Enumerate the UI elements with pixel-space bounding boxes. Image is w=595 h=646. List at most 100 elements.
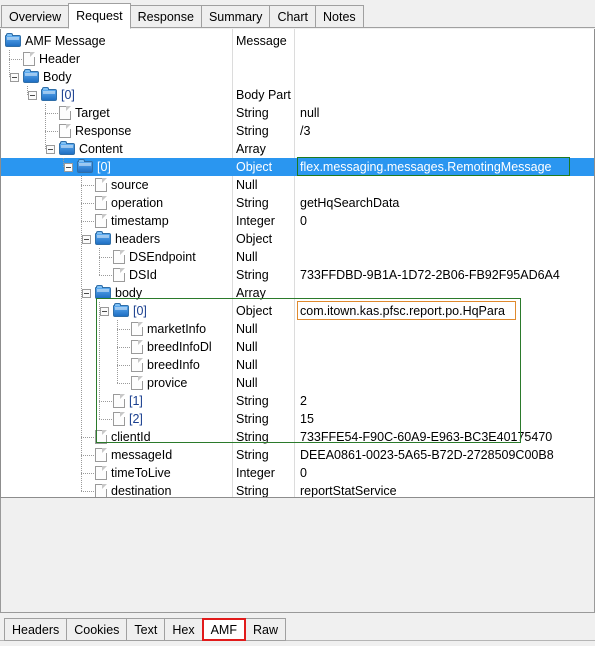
tree-row-type: Null	[236, 376, 258, 390]
tree-row-value: com.itown.kas.pfsc.report.po.HqPara	[300, 304, 505, 318]
expander-collapse-icon[interactable]	[82, 235, 91, 244]
file-icon	[95, 178, 107, 192]
tree-row-value: flex.messaging.messages.RemotingMessage	[300, 160, 552, 174]
bottom-tab-hex[interactable]: Hex	[164, 618, 203, 641]
tree-row-value: reportStatService	[300, 484, 397, 498]
tree-row[interactable]: body Array	[1, 284, 594, 302]
file-icon	[95, 196, 107, 210]
tree-connector-line	[117, 383, 130, 384]
tree-row-label: breedInfoDl	[147, 340, 212, 354]
tree-row[interactable]: [0] Object com.itown.kas.pfsc.report.po.Hq…	[1, 302, 594, 320]
tree-row-type: Object	[236, 232, 273, 246]
tab-overview[interactable]: Overview	[1, 5, 70, 29]
tree-connector-line	[117, 347, 130, 348]
file-icon	[113, 250, 125, 264]
expander-collapse-icon[interactable]	[64, 163, 73, 172]
folder-icon	[95, 285, 111, 299]
tree-row-type: Array	[236, 286, 266, 300]
tree-row-label: [0]	[61, 88, 75, 102]
folder-icon	[95, 231, 111, 245]
file-icon	[131, 358, 143, 372]
tree-row-type: Body Part	[236, 88, 291, 102]
tree-row-label: Response	[75, 124, 132, 138]
tree-row-type: String	[236, 106, 269, 120]
tree-connector-line	[99, 248, 100, 275]
tree-row[interactable]: DSId String 733FFDBD-9B1A-1D72-2B06-FB92F9…	[1, 266, 594, 284]
file-icon	[95, 448, 107, 462]
amf-tree[interactable]: AMF Message Message Header Body [0] Body Part…	[1, 29, 594, 497]
tree-row-label: Content	[79, 142, 123, 156]
expander-collapse-icon[interactable]	[100, 307, 109, 316]
tree-row[interactable]: [2] String 15	[1, 410, 594, 428]
top-tab-bar: Overview Request Response Summary Chart Notes	[0, 0, 595, 29]
tab-response[interactable]: Response	[129, 5, 202, 29]
bottom-tab-cookies[interactable]: Cookies	[66, 618, 128, 641]
tree-connector-line	[99, 275, 112, 276]
folder-icon	[5, 33, 21, 47]
expander-collapse-icon[interactable]	[10, 73, 19, 82]
file-icon	[95, 484, 107, 497]
expander-collapse-icon[interactable]	[46, 145, 55, 154]
folder-icon	[23, 69, 39, 83]
tree-row[interactable]: breedInfoDl Null	[1, 338, 594, 356]
tree-row[interactable]: breedInfo Null	[1, 356, 594, 374]
tab-request[interactable]: Request	[68, 3, 131, 29]
bottom-tab-amf[interactable]: AMF	[201, 618, 246, 641]
tree-row-value: 0	[300, 466, 307, 480]
bottom-tab-text[interactable]: Text	[126, 618, 166, 641]
tree-row[interactable]: [0] Body Part	[1, 86, 594, 104]
tree-row-label: DSId	[129, 268, 157, 282]
tree-row-label: [0]	[97, 160, 111, 174]
tree-connector-line	[81, 176, 82, 491]
tree-row[interactable]: destination String reportStatService	[1, 482, 594, 498]
tree-row[interactable]: marketInfo Null	[1, 320, 594, 338]
file-icon	[113, 412, 125, 426]
tree-row-type: Integer	[236, 214, 275, 228]
tab-chart[interactable]: Chart	[269, 5, 317, 29]
tree-row-label: Header	[39, 52, 80, 66]
tree-row-value: /3	[300, 124, 311, 138]
tree-row-type: Null	[236, 178, 258, 192]
tree-row[interactable]: AMF Message Message	[1, 32, 594, 50]
tree-row-type: String	[236, 196, 269, 210]
tree-row[interactable]: provice Null	[1, 374, 594, 392]
tree-connector-line	[117, 329, 130, 330]
tree-row-type: String	[236, 124, 269, 138]
tree-row[interactable]: Header	[1, 50, 594, 68]
tree-row-label: breedInfo	[147, 358, 200, 372]
tree-connector-line	[81, 491, 94, 492]
tree-row[interactable]: [1] String 2	[1, 392, 594, 410]
tree-row-value: DEEA0861-0023-5A65-B72D-2728509C00B8	[300, 448, 554, 462]
tree-row-label: Target	[75, 106, 110, 120]
tree-row-type: Integer	[236, 466, 275, 480]
tree-row-label: clientId	[111, 430, 151, 444]
file-icon	[113, 394, 125, 408]
tree-row[interactable]: [0] Object flex.messaging.messages.Remotin…	[1, 158, 594, 176]
tree-row-label: destination	[111, 484, 172, 498]
bottom-tab-raw[interactable]: Raw	[244, 618, 286, 641]
tab-notes[interactable]: Notes	[315, 5, 364, 29]
tree-connector-line	[81, 185, 94, 186]
tree-row[interactable]: headers Object	[1, 230, 594, 248]
tree-row-value: 733FFDBD-9B1A-1D72-2B06-FB92F95AD6A4	[300, 268, 560, 282]
expander-collapse-icon[interactable]	[82, 289, 91, 298]
amf-tree-panel[interactable]: AMF Message Message Header Body [0] Body Part…	[0, 29, 595, 498]
bottom-tab-list: Headers Cookies Text Hex AMF Raw	[4, 618, 286, 641]
tree-row[interactable]: DSEndpoint Null	[1, 248, 594, 266]
tab-summary[interactable]: Summary	[200, 5, 271, 29]
tree-row-label: timestamp	[111, 214, 169, 228]
tree-row-label: marketInfo	[147, 322, 207, 336]
empty-panel-area	[0, 498, 595, 613]
expander-collapse-icon[interactable]	[28, 91, 37, 100]
tree-row[interactable]: Response String/3	[1, 122, 594, 140]
bottom-tab-headers[interactable]: Headers	[4, 618, 68, 641]
tree-row[interactable]: Target String null	[1, 104, 594, 122]
tree-row[interactable]: Content Array	[1, 140, 594, 158]
tree-row-type: String	[236, 412, 269, 426]
tree-connector-line	[45, 104, 46, 149]
tree-row[interactable]: Body	[1, 68, 594, 86]
tree-connector-line	[81, 437, 94, 438]
tree-connector-line	[9, 50, 10, 77]
folder-icon	[41, 87, 57, 101]
file-icon	[95, 214, 107, 228]
